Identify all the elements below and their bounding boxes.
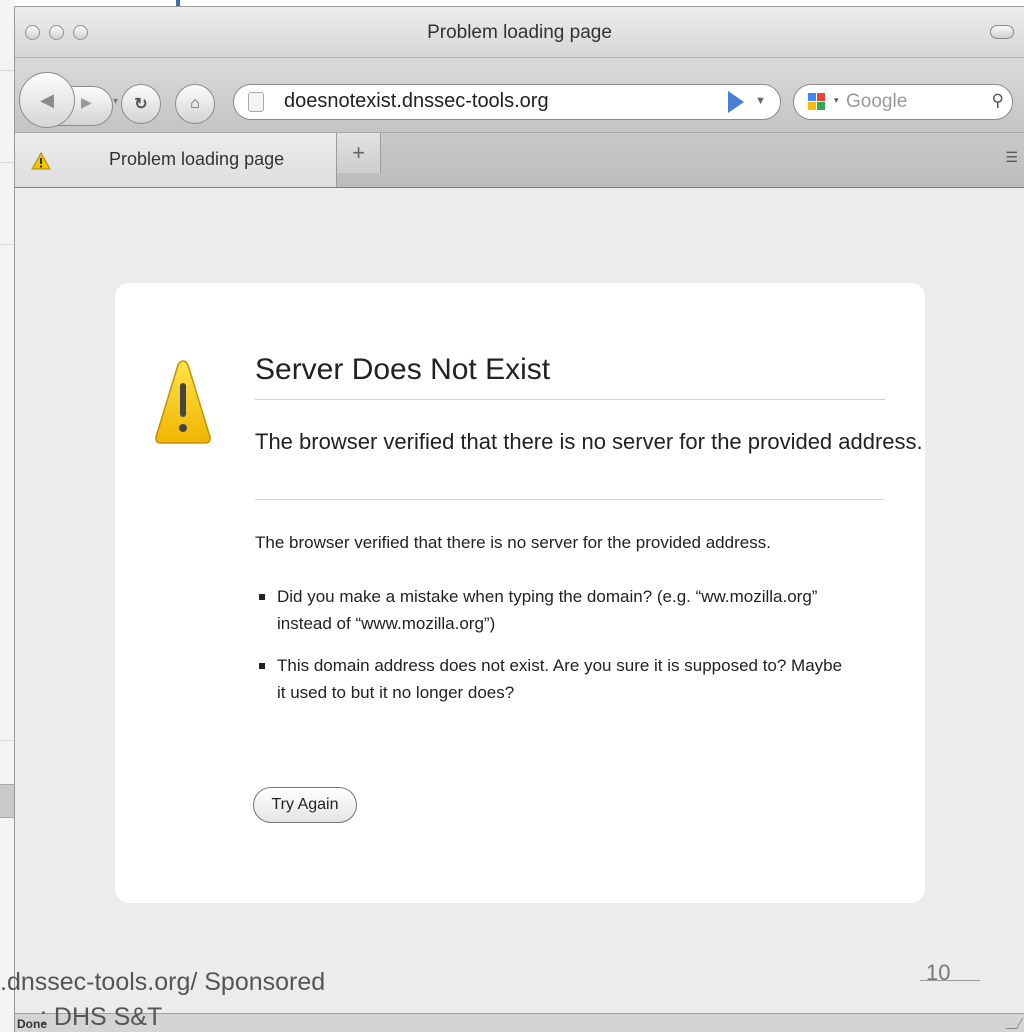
window-title: Problem loading page — [427, 22, 612, 43]
url-text[interactable]: doesnotexist.dnssec-tools.org — [284, 90, 549, 113]
slide-number-underline — [920, 980, 980, 981]
page-favicon-icon — [248, 92, 264, 112]
error-long-description: The browser verified that there is no se… — [255, 533, 771, 552]
slide-divider — [0, 162, 14, 163]
slide-left-margin — [0, 0, 14, 1032]
home-button[interactable]: ⌂ — [175, 84, 215, 124]
reload-button[interactable]: ↻ — [121, 84, 161, 124]
browser-window: Problem loading page ◀ ▶ ▾ ↻ ⌂ doesnotex… — [14, 6, 1024, 1032]
history-dropdown-button[interactable]: ▾ — [113, 96, 118, 107]
error-panel: Server Does Not Exist The browser verifi… — [115, 283, 925, 903]
tab-bar: Problem loading page + ☰ — [15, 133, 1024, 188]
slide-footer-line2: : DHS S&T — [40, 1003, 163, 1031]
suggestion-list: Did you make a mistake when typing the d… — [255, 583, 855, 721]
reload-icon: ↻ — [134, 96, 148, 113]
slide-left-bar — [0, 784, 14, 818]
search-input[interactable]: Google — [846, 91, 907, 113]
section-divider — [255, 499, 885, 500]
resize-grip-icon[interactable] — [1005, 1018, 1024, 1029]
error-title: Server Does Not Exist — [255, 353, 551, 386]
forward-arrow-icon: ▶ — [81, 94, 92, 110]
warning-icon — [155, 360, 211, 444]
slide-divider — [0, 70, 14, 71]
new-tab-button[interactable]: + — [337, 133, 381, 173]
home-icon: ⌂ — [190, 95, 200, 112]
slide-footer-line1: .dnssec-tools.org/ Sponsored — [0, 968, 326, 996]
error-short-description: The browser verified that there is no se… — [255, 429, 923, 454]
slide-divider — [0, 740, 14, 741]
page-content: Server Does Not Exist The browser verifi… — [15, 188, 1024, 1032]
url-bar[interactable]: doesnotexist.dnssec-tools.org ▼ — [233, 84, 781, 120]
list-item: This domain address does not exist. Are … — [255, 652, 855, 706]
search-icon[interactable]: ⚲ — [992, 91, 1004, 111]
slide-divider — [0, 244, 14, 245]
status-bar: Done — [15, 1013, 1024, 1032]
url-history-dropdown-button[interactable]: ▼ — [755, 95, 766, 107]
back-arrow-icon: ◀ — [40, 89, 54, 110]
tab-list-icon[interactable]: ☰ — [1005, 149, 1018, 166]
back-button[interactable]: ◀ — [19, 72, 75, 128]
title-divider — [255, 399, 885, 400]
try-again-button[interactable]: Try Again — [253, 787, 357, 823]
search-engine-dropdown-icon[interactable]: ▾ — [834, 95, 839, 106]
search-bar[interactable]: ▾ Google ⚲ — [793, 84, 1013, 120]
forward-button[interactable]: ▶ — [81, 94, 92, 111]
warning-icon — [31, 152, 51, 170]
list-item: Did you make a mistake when typing the d… — [255, 583, 855, 637]
tab-label: Problem loading page — [109, 149, 285, 169]
google-engine-icon[interactable] — [804, 91, 832, 113]
go-arrow-icon[interactable] — [728, 91, 744, 113]
title-bar: Problem loading page — [15, 7, 1024, 58]
navigation-toolbar: ◀ ▶ ▾ ↻ ⌂ doesnotexist.dnssec-tools.org … — [15, 58, 1024, 133]
tab-problem-loading-page[interactable]: Problem loading page — [15, 133, 337, 187]
toolbar-toggle-button[interactable] — [990, 25, 1014, 39]
slide-page-number: 10 — [926, 960, 951, 985]
